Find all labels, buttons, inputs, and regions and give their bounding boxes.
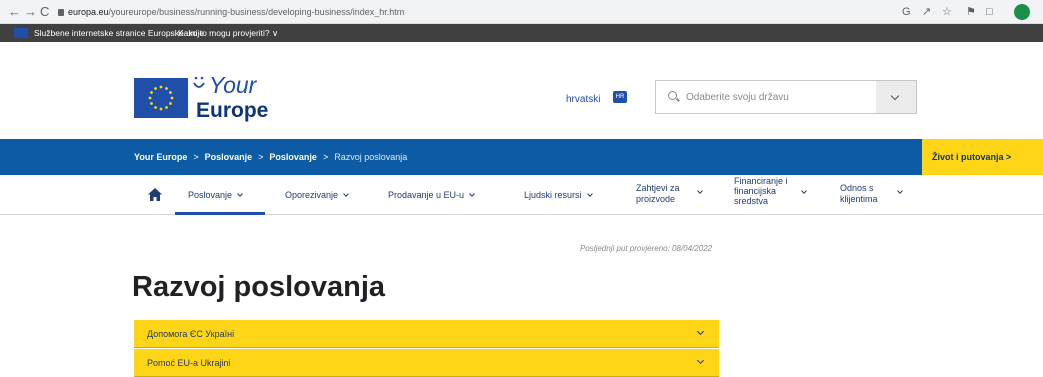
accordion-label: Pomoć EU-a Ukrajini: [147, 358, 231, 368]
eu-official-bar: Službene internetske stranice Europske u…: [0, 24, 1043, 42]
nav-item-ljudski-resursi[interactable]: Ljudski resursi: [524, 190, 593, 201]
verify-link[interactable]: Kako to mogu provjeriti? ∨: [178, 24, 278, 42]
breadcrumb-link[interactable]: Your Europe: [134, 152, 187, 162]
page-title: Razvoj poslovanja: [132, 271, 386, 303]
nav-item-oporezivanje[interactable]: Oporezivanje: [285, 190, 349, 201]
country-select[interactable]: Odaberite svoju državu: [655, 80, 917, 114]
breadcrumb-link[interactable]: Poslovanje: [205, 152, 253, 162]
logo-your-text[interactable]: Your: [209, 73, 256, 97]
chevron-down-icon: [237, 191, 243, 197]
search-icon: [668, 91, 677, 100]
nav-item-zahtjevi[interactable]: Zahtjevi za proizvode: [636, 183, 680, 205]
active-nav-indicator: [175, 212, 265, 215]
eu-flag-icon: [14, 28, 28, 38]
breadcrumb-current: Razvoj poslovanja: [334, 152, 408, 162]
nav-item-financiranje[interactable]: Financiranje i financijska sredstva: [734, 176, 788, 206]
chevron-down-icon: [696, 327, 705, 336]
chevron-down-icon: [697, 188, 703, 194]
accordion-item[interactable]: Допомога ЄС Україні: [134, 320, 719, 348]
share-icon[interactable]: ↗: [922, 5, 931, 19]
forward-icon[interactable]: →: [24, 4, 37, 20]
browser-toolbar: ← → C europa.eu/youreurope/business/runn…: [0, 0, 1043, 24]
chevron-down-icon: [343, 191, 349, 197]
chevron-down-icon: [897, 188, 903, 194]
accordion-item[interactable]: Pomoć EU-a Ukrajini: [134, 349, 719, 377]
google-icon[interactable]: G: [902, 5, 911, 19]
bookmark-star-icon[interactable]: ☆: [942, 5, 952, 19]
accordion-label: Допомога ЄС Україні: [147, 329, 235, 339]
your-europe-smile-icon: [193, 76, 205, 88]
language-selector[interactable]: hrvatski: [566, 93, 600, 107]
eu-flag-logo[interactable]: [134, 78, 188, 118]
country-select-placeholder: Odaberite svoju državu: [686, 92, 789, 103]
lock-icon: [58, 9, 64, 16]
logo-europe-text[interactable]: Europe: [196, 100, 268, 122]
breadcrumb-link[interactable]: Poslovanje: [269, 152, 317, 162]
breadcrumb-bar: Your Europe > Poslovanje > Poslovanje > Razvoj…: [0, 139, 1043, 175]
last-checked-date: Posljednji put provjereno: 08/04/2022: [580, 244, 713, 253]
life-and-travel-button[interactable]: Život i putovanja >: [922, 139, 1043, 175]
main-navigation: Poslovanje Oporezivanje Prodavanje u EU-…: [0, 175, 1043, 215]
back-icon[interactable]: ←: [8, 4, 21, 20]
home-icon[interactable]: [148, 188, 162, 201]
site-header: Your Europe hrvatski HR Odaberite svoju …: [0, 42, 1043, 139]
chevron-down-icon: [586, 191, 593, 197]
url-host: europa.eu: [68, 7, 109, 17]
breadcrumb: Your Europe > Poslovanje > Poslovanje > Razvoj…: [134, 152, 408, 162]
nav-item-prodavanje[interactable]: Prodavanje u EU-u: [388, 190, 475, 201]
chevron-down-icon: [696, 356, 705, 365]
reload-icon[interactable]: C: [40, 4, 49, 20]
language-code-badge[interactable]: HR: [613, 91, 627, 103]
extension-icon[interactable]: ⚑: [966, 5, 976, 19]
chevron-down-icon[interactable]: [876, 81, 916, 113]
address-bar[interactable]: europa.eu/youreurope/business/running-bu…: [58, 3, 718, 21]
profile-avatar[interactable]: [1014, 4, 1030, 20]
nav-item-poslovanje[interactable]: Poslovanje: [188, 190, 243, 201]
nav-item-odnos-s-klijentima[interactable]: Odnos s klijentima: [840, 183, 878, 205]
chevron-down-icon: [469, 191, 475, 197]
chevron-down-icon: [801, 188, 807, 194]
window-icon[interactable]: □: [986, 5, 993, 19]
url-path: /youreurope/business/running-business/de…: [108, 7, 405, 17]
